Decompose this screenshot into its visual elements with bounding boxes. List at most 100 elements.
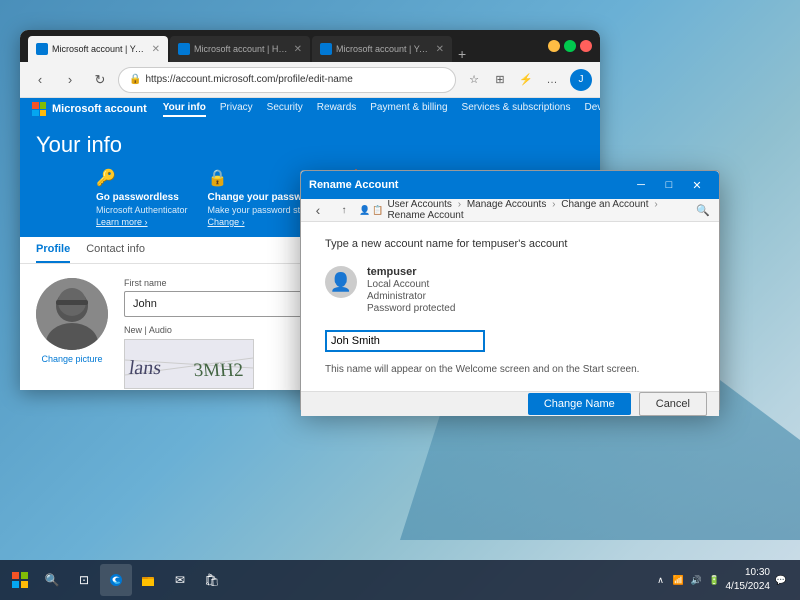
tab-close-1[interactable]: ✕	[152, 44, 160, 55]
subnav-profile[interactable]: Profile	[36, 243, 70, 263]
dialog-instruction: Type a new account name for tempuser's a…	[325, 238, 695, 250]
taskbar-explorer-button[interactable]	[132, 564, 164, 596]
nav-item-rewards[interactable]: Rewards	[317, 102, 356, 117]
settings-button[interactable]: …	[540, 68, 564, 92]
dialog-name-input[interactable]	[325, 330, 485, 352]
minimize-button[interactable]	[548, 40, 560, 52]
svg-text:lans: lans	[128, 357, 163, 379]
browser-tabs: Microsoft account | Your profi... ✕ Micr…	[28, 30, 540, 62]
breadcrumb-sep-1: ›	[458, 199, 461, 210]
new-tab-button[interactable]: +	[458, 46, 466, 62]
svg-text:3MH2: 3MH2	[193, 360, 244, 381]
dialog-footer: Change Name Cancel	[301, 391, 719, 416]
header-action-passwordless: 🔑 Go passwordless Microsoft Authenticato…	[96, 168, 188, 227]
browser-tab-1[interactable]: Microsoft account | Your profi... ✕	[28, 36, 168, 62]
page-title: Your info	[36, 132, 584, 158]
password-link[interactable]: Change ›	[208, 217, 245, 227]
dialog-local-account: Local Account	[367, 279, 455, 290]
breadcrumb-item-2[interactable]: Manage Accounts	[467, 199, 547, 210]
ms-avatar-section: Change picture	[36, 278, 108, 390]
dialog-window-controls: ─ □ ✕	[627, 171, 711, 199]
taskbar-store-button[interactable]: 🛍	[196, 564, 228, 596]
browser-toolbar: ‹ › ↻ 🔒 https://account.microsoft.com/pr…	[20, 62, 600, 98]
dialog-password-status: Password protected	[367, 303, 455, 314]
browser-tab-2[interactable]: Microsoft account | Home ✕	[170, 36, 310, 62]
back-button[interactable]: ‹	[28, 68, 52, 92]
nav-item-security[interactable]: Security	[267, 102, 303, 117]
tray-volume[interactable]: 🔊	[690, 573, 704, 587]
dialog-icon-2: 📋	[372, 205, 383, 216]
dialog-icons-row: 👤 📋	[359, 205, 383, 216]
breadcrumb-item-3[interactable]: Change an Account	[561, 199, 648, 210]
nav-item-privacy[interactable]: Privacy	[220, 102, 253, 117]
browser-tab-3[interactable]: Microsoft account | Your profi... ✕	[312, 36, 452, 62]
dialog-back-button[interactable]: ‹	[307, 199, 329, 221]
tab-close-2[interactable]: ✕	[294, 44, 302, 55]
dialog-icon-1: 👤	[359, 205, 370, 216]
tray-battery[interactable]: 🔋	[708, 573, 722, 587]
rename-account-dialog: Rename Account ─ □ ✕ ‹ ↑ 👤 📋 User Accoun…	[300, 170, 720, 410]
dialog-cancel-button[interactable]: Cancel	[639, 392, 707, 416]
taskbar-taskview-button[interactable]: ⊡	[68, 564, 100, 596]
taskbar-mail-button[interactable]: ✉	[164, 564, 196, 596]
logo-sq-blue	[32, 110, 39, 117]
dialog-content: Type a new account name for tempuser's a…	[301, 222, 719, 391]
captcha-box: lans 3MH2	[124, 339, 254, 389]
logo-sq-red	[32, 102, 39, 109]
nav-item-payment[interactable]: Payment & billing	[370, 102, 447, 117]
dialog-minimize-button[interactable]: ─	[627, 171, 655, 199]
passwordless-link[interactable]: Learn more ›	[96, 217, 148, 227]
dialog-breadcrumb: User Accounts › Manage Accounts › Change…	[387, 199, 689, 221]
taskbar-edge-button[interactable]	[100, 564, 132, 596]
dialog-nav: ‹ ↑ 👤 📋 User Accounts › Manage Accounts …	[301, 199, 719, 222]
taskbar-time[interactable]: 10:30 4/15/2024	[726, 566, 771, 594]
dialog-close-button[interactable]: ✕	[683, 171, 711, 199]
favorites-button[interactable]: ☆	[462, 68, 486, 92]
breadcrumb-sep-2: ›	[552, 199, 555, 210]
browser-toolbar-actions: ☆ ⊞ ⚡ …	[462, 68, 564, 92]
refresh-button[interactable]: ↻	[88, 68, 112, 92]
passwordless-subtitle: Microsoft Authenticator	[96, 205, 188, 215]
ms-logo: Microsoft account	[32, 102, 147, 116]
nav-item-yourinfo[interactable]: Your info	[163, 102, 206, 117]
close-button[interactable]	[580, 40, 592, 52]
nav-item-devices[interactable]: Devices	[584, 102, 600, 117]
taskbar: 🔍 ⊡ ✉ 🛍 ∧ 📶 🔊 🔋 10:30	[0, 560, 800, 600]
maximize-button[interactable]	[564, 40, 576, 52]
tab-label-1: Microsoft account | Your profi...	[52, 44, 148, 54]
ms-logo-text: Microsoft account	[52, 103, 147, 115]
profile-avatar[interactable]: J	[570, 69, 592, 91]
dialog-hint: This name will appear on the Welcome scr…	[325, 364, 695, 375]
browser-window-controls	[548, 40, 592, 52]
breadcrumb-item-4[interactable]: Rename Account	[387, 210, 463, 221]
tab-favicon-2	[178, 43, 190, 55]
dialog-user-icon: 👤	[325, 266, 357, 298]
tab-close-3[interactable]: ✕	[436, 44, 444, 55]
tray-network[interactable]: 📶	[672, 573, 686, 587]
address-bar[interactable]: 🔒 https://account.microsoft.com/profile/…	[118, 67, 456, 93]
tab-favicon-3	[320, 43, 332, 55]
forward-button[interactable]: ›	[58, 68, 82, 92]
dialog-user-info: 👤 tempuser Local Account Administrator P…	[325, 266, 695, 314]
taskbar-search-button[interactable]: 🔍	[36, 564, 68, 596]
dialog-maximize-button[interactable]: □	[655, 171, 683, 199]
passwordless-title: Go passwordless	[96, 192, 179, 203]
change-name-button[interactable]: Change Name	[528, 393, 631, 415]
change-picture-link[interactable]: Change picture	[41, 354, 102, 364]
subnav-contact[interactable]: Contact info	[86, 243, 145, 263]
browser-titlebar: Microsoft account | Your profi... ✕ Micr…	[20, 30, 600, 62]
clock-date: 4/15/2024	[726, 580, 771, 594]
ms-nav-items: Your info Privacy Security Rewards Payme…	[163, 102, 600, 117]
collections-button[interactable]: ⊞	[488, 68, 512, 92]
logo-sq-yellow	[40, 110, 47, 117]
dialog-search-button[interactable]: 🔍	[693, 200, 713, 220]
dialog-up-button[interactable]: ↑	[333, 199, 355, 221]
extensions-button[interactable]: ⚡	[514, 68, 538, 92]
avatar	[36, 278, 108, 350]
taskbar-start-button[interactable]	[4, 564, 36, 596]
nav-item-services[interactable]: Services & subscriptions	[462, 102, 571, 117]
breadcrumb-item-1[interactable]: User Accounts	[387, 199, 451, 210]
tray-notification[interactable]: 💬	[774, 573, 788, 587]
tray-chevron[interactable]: ∧	[654, 573, 668, 587]
breadcrumb-sep-3: ›	[654, 199, 657, 210]
